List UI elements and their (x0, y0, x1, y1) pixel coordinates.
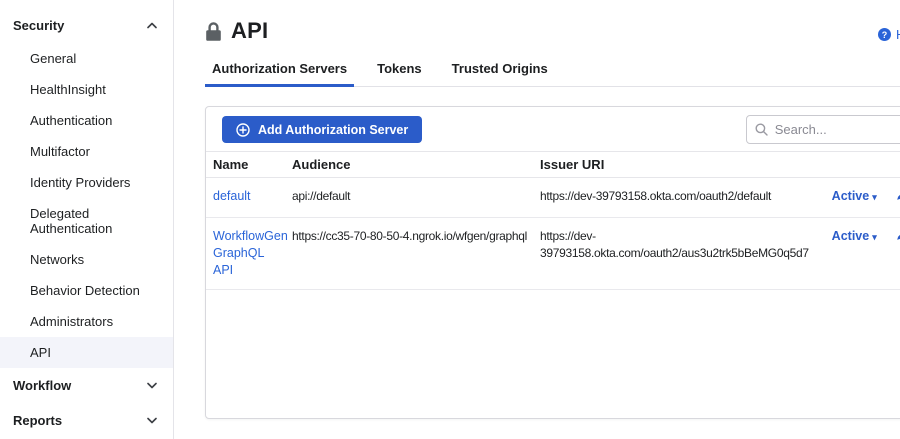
column-header-actions (889, 152, 900, 177)
chevron-down-icon: ▾ (872, 192, 877, 202)
edit-authorization-server-button[interactable] (895, 228, 900, 245)
tab-bar: Authorization Servers Tokens Trusted Ori… (205, 61, 900, 87)
chevron-down-icon: ▾ (872, 232, 877, 242)
table-row: WorkflowGen GraphQL API https://cc35-70-… (206, 218, 900, 290)
sidebar-section-reports[interactable]: Reports (0, 403, 173, 438)
help-link-label: Help (896, 27, 900, 42)
chevron-up-icon (147, 22, 157, 29)
sidebar-item-api[interactable]: API (0, 337, 173, 368)
column-header-audience: Audience (292, 157, 351, 172)
tab-tokens[interactable]: Tokens (370, 61, 429, 86)
search-box (745, 115, 900, 144)
table-row: default api://default https://dev-397931… (206, 178, 900, 218)
sidebar-item-general[interactable]: General (0, 43, 173, 74)
column-header-issuer-uri: Issuer URI (540, 157, 605, 172)
clipped-nav-fragment (24, 0, 64, 3)
pencil-icon (897, 235, 900, 240)
main-content: API ? Help Authorization Servers Tokens … (174, 0, 900, 439)
pencil-icon (897, 195, 900, 200)
chevron-down-icon (147, 382, 157, 389)
sidebar-item-multifactor[interactable]: Multifactor (0, 136, 173, 167)
search-input[interactable] (745, 115, 900, 144)
auth-server-name-link[interactable]: WorkflowGen GraphQL API (213, 229, 288, 277)
sidebar-item-identity-providers[interactable]: Identity Providers (0, 167, 173, 198)
panel-toolbar: Add Authorization Server (206, 107, 900, 151)
auth-server-audience: api://default (292, 189, 351, 203)
status-label: Active (831, 229, 870, 243)
sidebar-item-authentication[interactable]: Authentication (0, 105, 173, 136)
column-header-name: Name (213, 157, 249, 172)
status-dropdown[interactable]: Active ▾ (832, 229, 877, 243)
authorization-servers-panel: Add Authorization Server Name Audience I… (205, 106, 900, 419)
add-authorization-server-button[interactable]: Add Authorization Server (222, 116, 423, 143)
sidebar-item-behavior-detection[interactable]: Behavior Detection (0, 275, 173, 306)
add-authorization-server-label: Add Authorization Server (258, 122, 409, 137)
page-title: API (231, 18, 269, 43)
page-header: API (205, 16, 900, 46)
auth-server-issuer-uri: https://dev-39793158.okta.com/oauth2/def… (540, 189, 771, 203)
auth-server-audience: https://cc35-70-80-50-4.ngrok.io/wfgen/g… (292, 229, 528, 243)
sidebar: Security General HealthInsight Authentic… (0, 0, 174, 439)
auth-server-issuer-uri: https://dev-39793158.okta.com/oauth2/aus… (540, 229, 809, 260)
sidebar-section-security-label: Security (13, 18, 65, 33)
sidebar-item-administrators[interactable]: Administrators (0, 306, 173, 337)
sidebar-item-delegated-authentication[interactable]: Delegated Authentication (0, 198, 173, 244)
sidebar-item-networks[interactable]: Networks (0, 244, 173, 275)
lock-icon (206, 21, 221, 41)
tab-authorization-servers[interactable]: Authorization Servers (205, 61, 355, 87)
auth-server-name-link[interactable]: default (213, 189, 251, 203)
sidebar-section-workflow-label: Workflow (13, 378, 72, 393)
status-label: Active (831, 189, 870, 203)
chevron-down-icon (147, 417, 157, 424)
edit-authorization-server-button[interactable] (895, 188, 900, 205)
table-header-row: Name Audience Issuer URI (206, 151, 900, 178)
help-link[interactable]: ? Help (877, 27, 900, 42)
sidebar-section-workflow[interactable]: Workflow (0, 368, 173, 403)
plus-circle-icon (236, 122, 250, 137)
column-header-status (819, 152, 889, 177)
search-icon (755, 123, 768, 136)
question-circle-icon: ? (877, 28, 891, 41)
status-dropdown[interactable]: Active ▾ (832, 189, 877, 203)
tab-trusted-origins[interactable]: Trusted Origins (445, 61, 555, 86)
sidebar-item-healthinsight[interactable]: HealthInsight (0, 74, 173, 105)
sidebar-section-security[interactable]: Security (0, 8, 173, 43)
sidebar-section-reports-label: Reports (13, 413, 63, 428)
